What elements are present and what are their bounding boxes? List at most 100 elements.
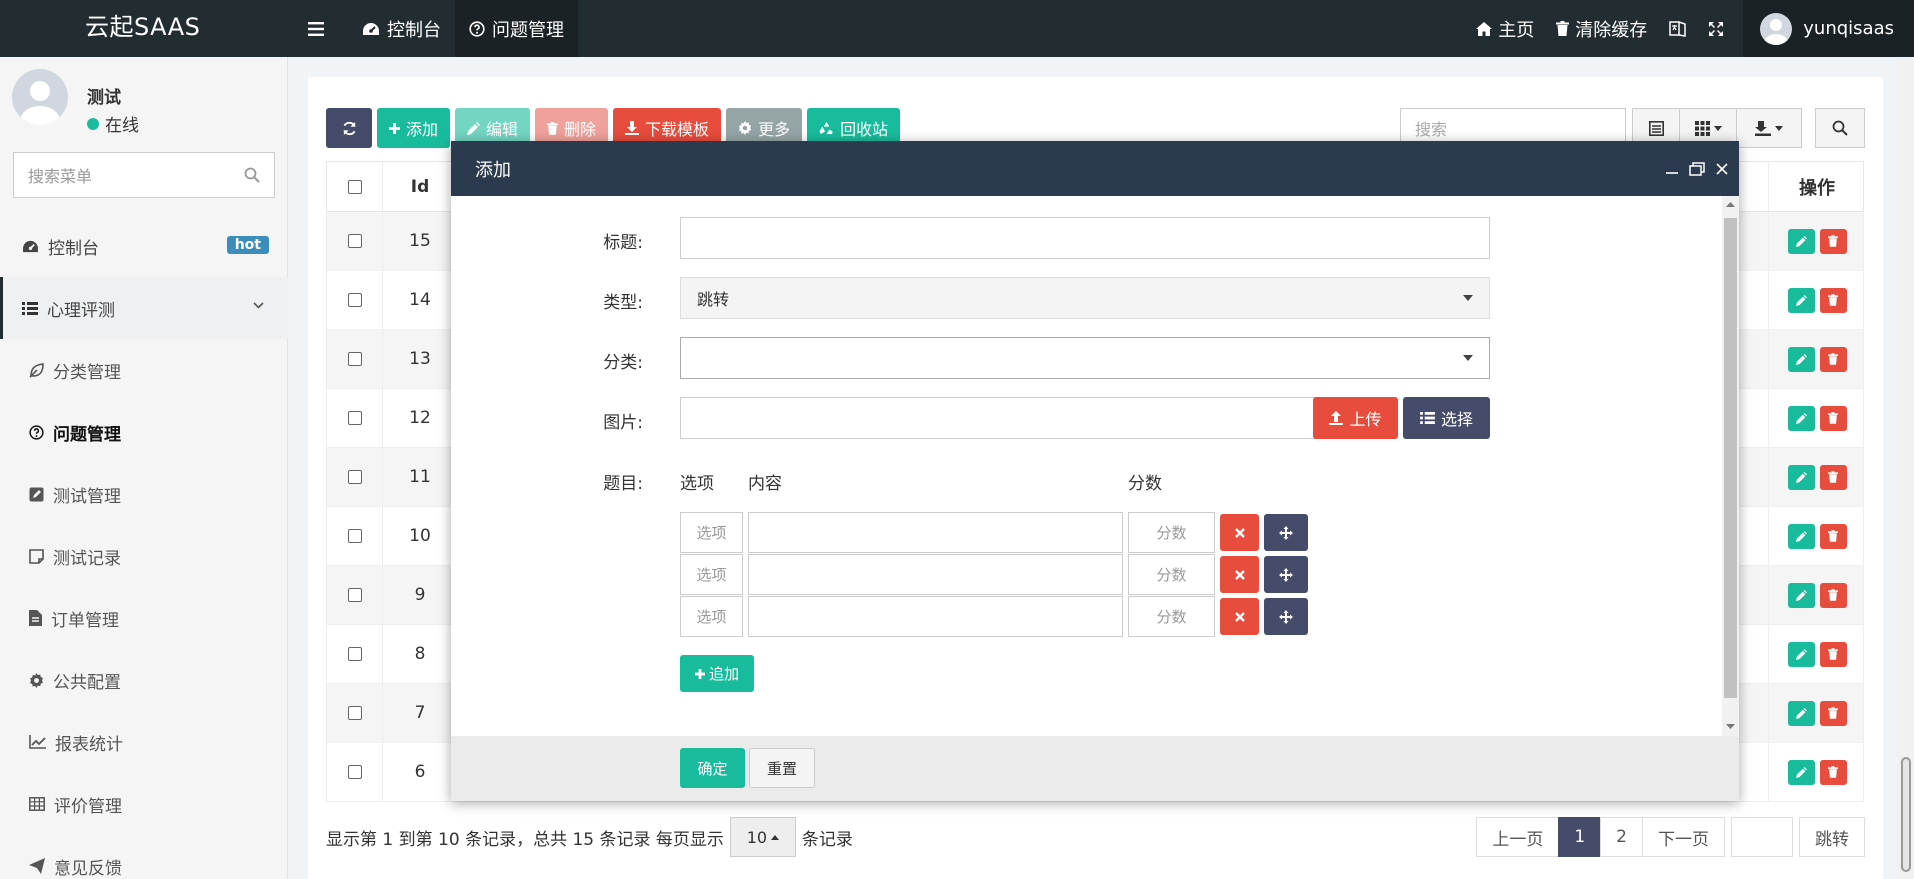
row-edit-button[interactable] xyxy=(1787,228,1815,254)
minimize-icon[interactable] xyxy=(1665,162,1679,176)
user-menu[interactable]: yunqisaas xyxy=(1743,0,1914,57)
scroll-down-icon[interactable] xyxy=(1726,724,1735,729)
page-size-select[interactable]: 10 xyxy=(729,817,796,857)
upload-button[interactable]: 上传 xyxy=(1313,397,1398,439)
clear-cache-button[interactable]: 清除缓存 xyxy=(1545,0,1658,57)
language-button[interactable] xyxy=(1658,0,1697,57)
option-key-input[interactable]: 选项 xyxy=(680,554,743,595)
row-delete-button[interactable] xyxy=(1819,464,1847,490)
row-delete-button[interactable] xyxy=(1819,405,1847,431)
home-link[interactable]: 主页 xyxy=(1465,0,1545,57)
search-button[interactable] xyxy=(1815,108,1865,148)
sidebar-item-test-record[interactable]: 测试记录 xyxy=(0,525,288,587)
row-delete-button[interactable] xyxy=(1819,228,1847,254)
category-select[interactable] xyxy=(680,337,1490,379)
row-checkbox[interactable] xyxy=(347,647,362,661)
page-1-button[interactable]: 1 xyxy=(1558,817,1602,857)
drag-option-handle[interactable] xyxy=(1264,556,1308,593)
image-input[interactable] xyxy=(680,397,1317,439)
type-select[interactable]: 跳转 xyxy=(680,277,1490,319)
row-edit-button[interactable] xyxy=(1787,759,1815,785)
sidebar-item-category[interactable]: 分类管理 xyxy=(0,339,288,401)
sidebar: 测试 在线 搜索菜单 控制台 hot 心理评测 分类管理 问题管理 测试管理 测… xyxy=(0,57,288,879)
scroll-up-icon[interactable] xyxy=(1726,202,1735,207)
option-content-input[interactable] xyxy=(748,554,1123,595)
option-score-input[interactable]: 分数 xyxy=(1128,596,1215,637)
append-option-button[interactable]: 追加 xyxy=(680,655,754,692)
row-checkbox[interactable] xyxy=(347,352,362,366)
col-id[interactable]: Id xyxy=(383,177,457,197)
sidebar-item-question[interactable]: 问题管理 xyxy=(0,401,288,463)
menu-toggle-button[interactable] xyxy=(300,0,332,57)
remove-option-button[interactable] xyxy=(1220,514,1259,551)
close-icon[interactable] xyxy=(1715,162,1729,176)
row-edit-button[interactable] xyxy=(1787,641,1815,667)
next-page-button[interactable]: 下一页 xyxy=(1642,817,1725,857)
row-delete-button[interactable] xyxy=(1819,582,1847,608)
row-edit-button[interactable] xyxy=(1787,346,1815,372)
maximize-icon[interactable] xyxy=(1689,161,1705,176)
option-key-input[interactable]: 选项 xyxy=(680,512,743,553)
refresh-button[interactable] xyxy=(326,108,372,148)
row-checkbox[interactable] xyxy=(347,765,362,779)
sidebar-item-config[interactable]: 公共配置 xyxy=(0,649,288,711)
row-edit-button[interactable] xyxy=(1787,464,1815,490)
option-score-input[interactable]: 分数 xyxy=(1128,512,1215,553)
sidebar-item-review[interactable]: 评价管理 xyxy=(0,773,288,835)
row-checkbox[interactable] xyxy=(347,234,362,248)
jump-page-input[interactable] xyxy=(1731,817,1793,857)
note-icon xyxy=(29,548,44,564)
jump-button[interactable]: 跳转 xyxy=(1799,817,1865,857)
prev-page-button[interactable]: 上一页 xyxy=(1476,817,1560,857)
row-edit-button[interactable] xyxy=(1787,405,1815,431)
topnav-question-manage[interactable]: 问题管理 xyxy=(455,0,578,57)
sidebar-item-test-manage[interactable]: 测试管理 xyxy=(0,463,288,525)
row-checkbox[interactable] xyxy=(347,411,362,425)
row-checkbox[interactable] xyxy=(347,293,362,307)
sidebar-item-psych-test[interactable]: 心理评测 xyxy=(0,277,288,339)
logo[interactable]: 云起SAAS xyxy=(0,0,288,57)
page-2-button[interactable]: 2 xyxy=(1600,817,1643,857)
dialog-scrollbar-thumb[interactable] xyxy=(1724,218,1737,698)
add-label: 添加 xyxy=(406,120,439,139)
sidebar-item-feedback[interactable]: 意见反馈 xyxy=(0,835,288,879)
row-edit-button[interactable] xyxy=(1787,287,1815,313)
row-edit-button[interactable] xyxy=(1787,523,1815,549)
row-delete-button[interactable] xyxy=(1819,287,1847,313)
option-key-input[interactable]: 选项 xyxy=(680,596,743,637)
drag-option-handle[interactable] xyxy=(1264,598,1308,635)
row-checkbox[interactable] xyxy=(347,470,362,484)
title-input[interactable] xyxy=(680,217,1490,259)
option-score-input[interactable]: 分数 xyxy=(1128,554,1215,595)
drag-option-handle[interactable] xyxy=(1264,514,1308,551)
choose-button[interactable]: 选择 xyxy=(1403,397,1490,439)
sidebar-item-order[interactable]: 订单管理 xyxy=(0,587,288,649)
row-checkbox[interactable] xyxy=(347,588,362,602)
confirm-button[interactable]: 确定 xyxy=(680,748,745,788)
export-button[interactable] xyxy=(1736,108,1802,148)
topnav-dashboard[interactable]: 控制台 xyxy=(348,0,455,57)
page-scrollbar[interactable] xyxy=(1897,57,1914,879)
row-delete-button[interactable] xyxy=(1819,641,1847,667)
row-edit-button[interactable] xyxy=(1787,700,1815,726)
add-button[interactable]: 添加 xyxy=(377,108,451,148)
menu-search-input[interactable]: 搜索菜单 xyxy=(13,152,275,198)
remove-option-button[interactable] xyxy=(1220,598,1259,635)
fullscreen-button[interactable] xyxy=(1697,0,1735,57)
option-content-input[interactable] xyxy=(748,512,1123,553)
row-delete-button[interactable] xyxy=(1819,346,1847,372)
row-delete-button[interactable] xyxy=(1819,523,1847,549)
select-all-checkbox[interactable] xyxy=(347,179,362,194)
dialog-scrollbar[interactable] xyxy=(1722,196,1739,736)
sidebar-item-report[interactable]: 报表统计 xyxy=(0,711,288,773)
sidebar-item-dashboard[interactable]: 控制台 hot xyxy=(0,215,288,277)
page-scrollbar-thumb[interactable] xyxy=(1901,757,1911,872)
row-edit-button[interactable] xyxy=(1787,582,1815,608)
row-checkbox[interactable] xyxy=(347,529,362,543)
remove-option-button[interactable] xyxy=(1220,556,1259,593)
row-checkbox[interactable] xyxy=(347,706,362,720)
option-content-input[interactable] xyxy=(748,596,1123,637)
row-delete-button[interactable] xyxy=(1819,700,1847,726)
reset-button[interactable]: 重置 xyxy=(749,748,815,788)
row-delete-button[interactable] xyxy=(1819,759,1847,785)
